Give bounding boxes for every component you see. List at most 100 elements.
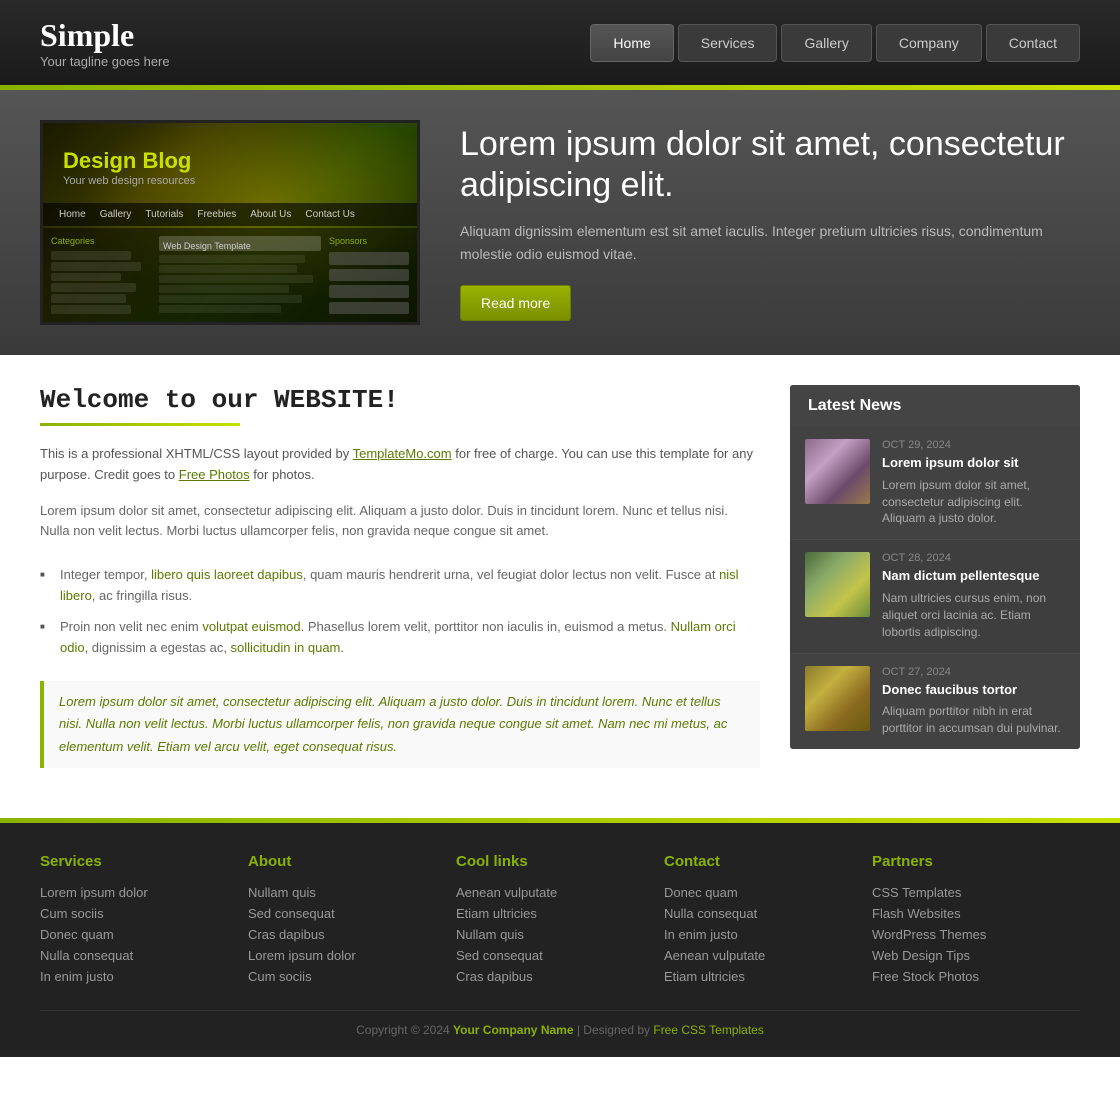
footer-cool-link-3[interactable]: Nullam quis bbox=[456, 927, 644, 942]
nav-home[interactable]: Home bbox=[590, 24, 673, 62]
blockquote-section: Lorem ipsum dolor sit amet, consectetur … bbox=[40, 681, 760, 767]
footer-col-title-partners: Partners bbox=[872, 853, 1060, 870]
content-paragraph: Lorem ipsum dolor sit amet, consectetur … bbox=[40, 501, 760, 543]
sidebar: Latest News OCT 29, 2024 Lorem ipsum dol… bbox=[790, 385, 1080, 768]
hero-image-content: Categories Web Design Template bbox=[43, 228, 417, 322]
nav-company[interactable]: Company bbox=[876, 24, 982, 62]
sidebar-title: Latest News bbox=[790, 385, 1080, 427]
blockquote-link-2[interactable]: felis bbox=[357, 716, 380, 731]
bullet-link-5[interactable]: sollicitudin in quam bbox=[231, 640, 341, 655]
footer-contact-link-3[interactable]: In enim justo bbox=[664, 927, 852, 942]
news-excerpt-1: Lorem ipsum dolor sit amet, consectetur … bbox=[882, 477, 1065, 527]
footer-contact-link-1[interactable]: Donec quam bbox=[664, 885, 852, 900]
header: Simple Your tagline goes here Home Servi… bbox=[0, 0, 1120, 85]
news-item-2: OCT 28, 2024 Nam dictum pellentesque Nam… bbox=[790, 540, 1080, 653]
footer-col-contact: Contact Donec quam Nulla consequat In en… bbox=[664, 853, 872, 990]
footer-about-link-1[interactable]: Nullam quis bbox=[248, 885, 436, 900]
main-wrapper: Welcome to our WEBSITE! This is a profes… bbox=[0, 355, 1120, 798]
news-thumb-1 bbox=[805, 439, 870, 504]
blockquote-text: Lorem ipsum dolor sit amet, consectetur … bbox=[59, 691, 745, 757]
read-more-button[interactable]: Read more bbox=[460, 285, 571, 321]
news-date-1: OCT 29, 2024 bbox=[882, 439, 1065, 451]
footer-services-link-3[interactable]: Donec quam bbox=[40, 927, 228, 942]
news-thumb-2 bbox=[805, 552, 870, 617]
main-nav: Home Services Gallery Company Contact bbox=[590, 24, 1080, 62]
footer-col-coollinks: Cool links Aenean vulputate Etiam ultric… bbox=[456, 853, 664, 990]
content-underline bbox=[40, 423, 240, 426]
nav-gallery[interactable]: Gallery bbox=[781, 24, 871, 62]
footer-cool-link-1[interactable]: Aenean vulputate bbox=[456, 885, 644, 900]
footer-company-name[interactable]: Your Company Name bbox=[453, 1023, 573, 1037]
content-intro: This is a professional XHTML/CSS layout … bbox=[40, 444, 760, 486]
latest-news-box: Latest News OCT 29, 2024 Lorem ipsum dol… bbox=[790, 385, 1080, 749]
free-photos-link[interactable]: Free Photos bbox=[179, 467, 250, 482]
news-body-3: OCT 27, 2024 Donec faucibus tortor Aliqu… bbox=[882, 666, 1065, 737]
footer-col-title-contact: Contact bbox=[664, 853, 852, 870]
templatemo-link[interactable]: TemplateMo.com bbox=[353, 446, 452, 461]
news-title-3[interactable]: Donec faucibus tortor bbox=[882, 682, 1065, 699]
news-title-1[interactable]: Lorem ipsum dolor sit bbox=[882, 455, 1065, 472]
footer-partners-link-1[interactable]: CSS Templates bbox=[872, 885, 1060, 900]
hero-body: Aliquam dignissim elementum est sit amet… bbox=[460, 220, 1080, 265]
site-title: Simple bbox=[40, 17, 170, 54]
news-item-1: OCT 29, 2024 Lorem ipsum dolor sit Lorem… bbox=[790, 427, 1080, 540]
hero-image-nav: HomeGalleryTutorialsFreebiesAbout UsCont… bbox=[43, 203, 417, 226]
nav-contact[interactable]: Contact bbox=[986, 24, 1080, 62]
news-item-3: OCT 27, 2024 Donec faucibus tortor Aliqu… bbox=[790, 654, 1080, 749]
news-excerpt-3: Aliquam porttitor nibh in erat porttitor… bbox=[882, 703, 1065, 737]
news-title-2[interactable]: Nam dictum pellentesque bbox=[882, 568, 1065, 585]
bullet-item-2: Proin non velit nec enim volutpat euismo… bbox=[40, 612, 760, 664]
hero-image: Design Blog Your web design resources Ho… bbox=[40, 120, 420, 325]
news-date-3: OCT 27, 2024 bbox=[882, 666, 1065, 678]
footer-partners-link-5[interactable]: Free Stock Photos bbox=[872, 969, 1060, 984]
footer-contact-link-5[interactable]: Etiam ultricies bbox=[664, 969, 852, 984]
footer-col-about: About Nullam quis Sed consequat Cras dap… bbox=[248, 853, 456, 990]
hero-text: Lorem ipsum dolor sit amet, consectetur … bbox=[460, 124, 1080, 321]
footer-about-link-4[interactable]: Lorem ipsum dolor bbox=[248, 948, 436, 963]
footer-services-link-5[interactable]: In enim justo bbox=[40, 969, 228, 984]
footer-partners-link-3[interactable]: WordPress Themes bbox=[872, 927, 1060, 942]
hero-image-title: Design Blog bbox=[63, 148, 191, 174]
blockquote-link-1[interactable]: Aliquam bbox=[379, 694, 426, 709]
footer-services-link-4[interactable]: Nulla consequat bbox=[40, 948, 228, 963]
footer-col-title-coollinks: Cool links bbox=[456, 853, 644, 870]
main-content: Welcome to our WEBSITE! This is a profes… bbox=[40, 385, 760, 768]
footer-col-services: Services Lorem ipsum dolor Cum sociis Do… bbox=[40, 853, 248, 990]
footer-contact-link-4[interactable]: Aenean vulputate bbox=[664, 948, 852, 963]
logo-area: Simple Your tagline goes here bbox=[40, 17, 170, 69]
footer-col-title-services: Services bbox=[40, 853, 228, 870]
site-tagline: Your tagline goes here bbox=[40, 54, 170, 69]
hero-section: Design Blog Your web design resources Ho… bbox=[0, 90, 1120, 355]
hero-image-subtitle: Your web design resources bbox=[63, 175, 195, 187]
footer-designed-by: Designed by bbox=[583, 1023, 650, 1037]
hero-heading: Lorem ipsum dolor sit amet, consectetur … bbox=[460, 124, 1080, 206]
footer-cool-link-2[interactable]: Etiam ultricies bbox=[456, 906, 644, 921]
nav-services[interactable]: Services bbox=[678, 24, 778, 62]
footer-about-link-5[interactable]: Cum sociis bbox=[248, 969, 436, 984]
footer-about-link-3[interactable]: Cras dapibus bbox=[248, 927, 436, 942]
bullet-link-3[interactable]: volutpat euismod bbox=[202, 619, 300, 634]
footer: Services Lorem ipsum dolor Cum sociis Do… bbox=[0, 823, 1120, 1057]
footer-col-partners: Partners CSS Templates Flash Websites Wo… bbox=[872, 853, 1080, 990]
footer-partners-link-2[interactable]: Flash Websites bbox=[872, 906, 1060, 921]
bullet-list: Integer tempor, libero quis laoreet dapi… bbox=[40, 560, 760, 663]
bullet-link-4[interactable]: Nullam orci odio bbox=[60, 619, 736, 655]
footer-cool-link-5[interactable]: Cras dapibus bbox=[456, 969, 644, 984]
footer-about-link-2[interactable]: Sed consequat bbox=[248, 906, 436, 921]
news-body-1: OCT 29, 2024 Lorem ipsum dolor sit Lorem… bbox=[882, 439, 1065, 527]
footer-services-link-2[interactable]: Cum sociis bbox=[40, 906, 228, 921]
footer-columns: Services Lorem ipsum dolor Cum sociis Do… bbox=[40, 853, 1080, 990]
footer-designer-link[interactable]: Free CSS Templates bbox=[653, 1023, 764, 1037]
footer-partners-link-4[interactable]: Web Design Tips bbox=[872, 948, 1060, 963]
news-body-2: OCT 28, 2024 Nam dictum pellentesque Nam… bbox=[882, 552, 1065, 640]
bullet-link-1[interactable]: libero quis laoreet dapibus bbox=[151, 567, 303, 582]
content-heading: Welcome to our WEBSITE! bbox=[40, 385, 760, 415]
footer-col-title-about: About bbox=[248, 853, 436, 870]
footer-copyright: Copyright © 2024 bbox=[356, 1023, 450, 1037]
footer-services-link-1[interactable]: Lorem ipsum dolor bbox=[40, 885, 228, 900]
bullet-item-1: Integer tempor, libero quis laoreet dapi… bbox=[40, 560, 760, 612]
footer-cool-link-4[interactable]: Sed consequat bbox=[456, 948, 644, 963]
news-thumb-3 bbox=[805, 666, 870, 731]
news-date-2: OCT 28, 2024 bbox=[882, 552, 1065, 564]
footer-contact-link-2[interactable]: Nulla consequat bbox=[664, 906, 852, 921]
